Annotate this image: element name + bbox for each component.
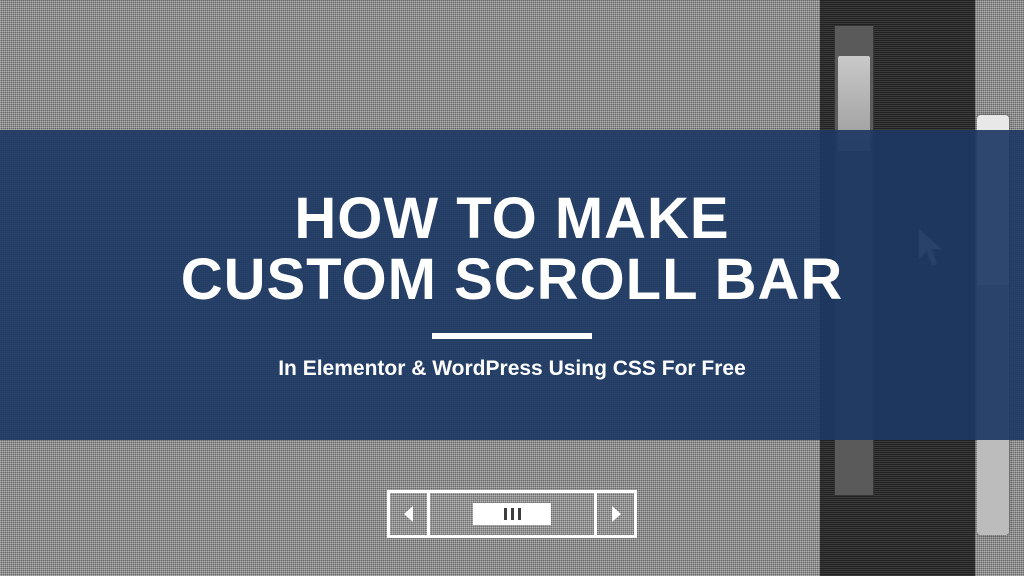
page-title: HOW TO MAKE CUSTOM SCROLL BAR [181,189,844,311]
divider [432,333,592,339]
grip-icon [504,508,507,520]
scroll-right-button[interactable] [594,493,634,535]
horizontal-scrollbar-thumb[interactable] [473,503,551,525]
title-banner: HOW TO MAKE CUSTOM SCROLL BAR In Element… [0,130,1024,440]
horizontal-scrollbar-track[interactable] [430,493,594,535]
grip-icon [511,508,514,520]
grip-icon [518,508,521,520]
horizontal-scrollbar[interactable] [387,490,637,538]
scroll-left-button[interactable] [390,493,430,535]
page-subtitle: In Elementor & WordPress Using CSS For F… [278,357,746,381]
